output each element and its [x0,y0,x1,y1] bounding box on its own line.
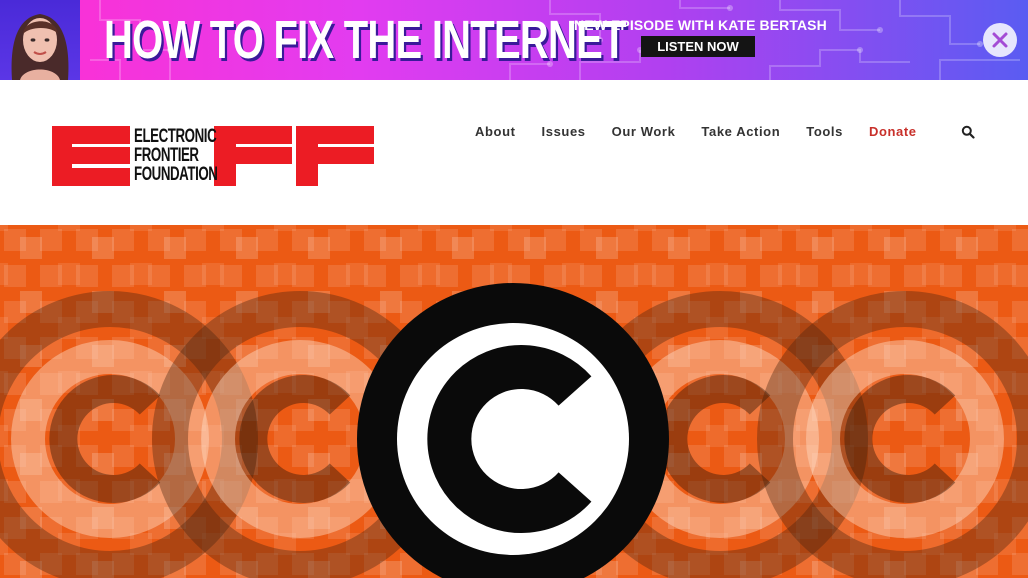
episode-text: NEW EPISODE WITH KATE BERTASH [574,17,827,33]
nav-donate[interactable]: Donate [869,124,917,139]
nav-take-action[interactable]: Take Action [701,124,780,139]
site-header: ELECTRONIC FRONTIER FOUNDATION About Iss… [0,80,1028,225]
nav-issues[interactable]: Issues [542,124,586,139]
hero-image [0,225,1028,578]
logo-line-3: FOUNDATION [134,164,218,185]
logo-line-2: FRONTIER [134,145,199,166]
nav-about[interactable]: About [475,124,516,139]
eff-wordmark: ELECTRONIC FRONTIER FOUNDATION [134,126,218,185]
copyright-graphic [0,225,1028,578]
banner-headline: HOW TO FIX THE INTERNET [104,10,626,70]
nav-our-work[interactable]: Our Work [612,124,676,139]
host-portrait [0,0,80,80]
nav-tools[interactable]: Tools [806,124,843,139]
close-banner-button[interactable] [983,23,1017,57]
search-icon[interactable] [961,125,975,139]
promo-banner[interactable]: HOW TO FIX THE INTERNET NEW EPISODE WITH… [0,0,1028,80]
logo-line-1: ELECTRONIC [134,126,217,147]
close-icon [992,32,1008,48]
eff-logo[interactable]: ELECTRONIC FRONTIER FOUNDATION [52,126,374,186]
listen-now-button[interactable]: LISTEN NOW [641,36,755,57]
main-nav: About Issues Our Work Take Action Tools … [475,122,975,140]
